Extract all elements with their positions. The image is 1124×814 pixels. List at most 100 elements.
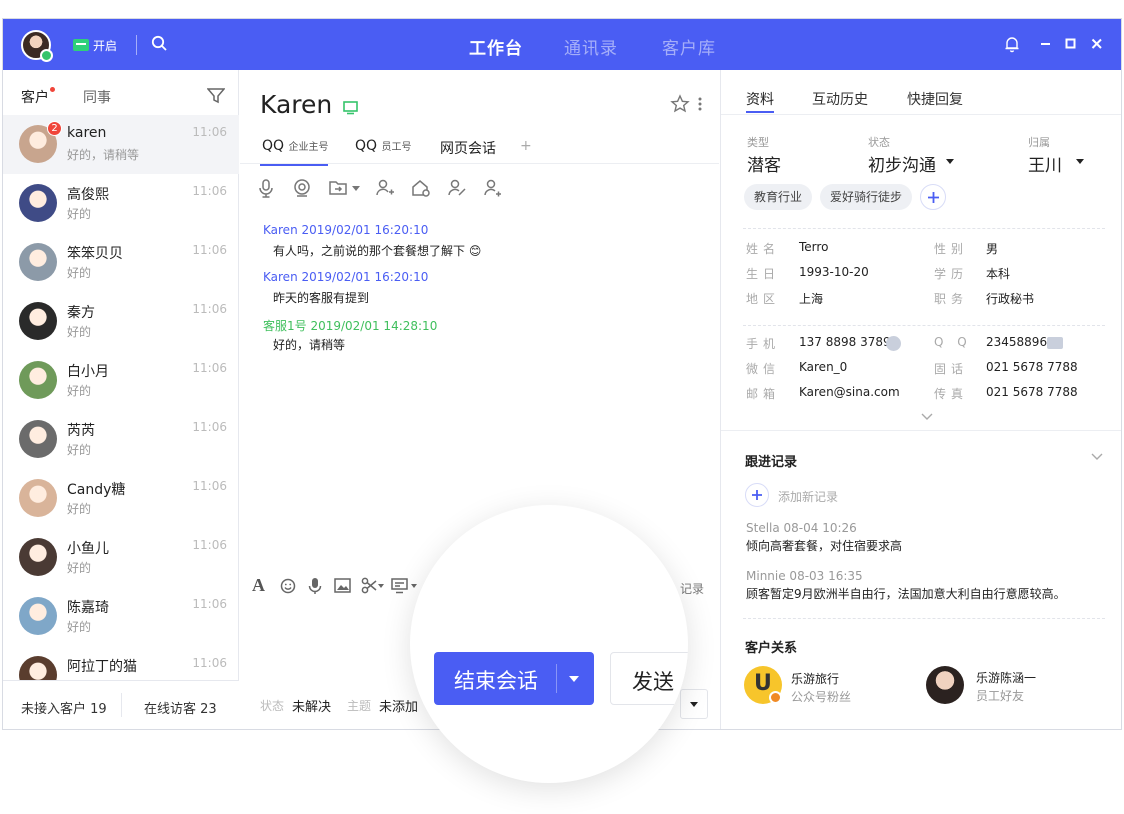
message-body: 好的，请稍等: [273, 338, 346, 352]
field-value[interactable]: 23458896: [986, 335, 1047, 349]
chevron-down-icon[interactable]: [378, 584, 384, 588]
chevron-down-icon[interactable]: [411, 584, 417, 588]
image-icon[interactable]: [334, 578, 351, 593]
customer-tag[interactable]: 教育行业: [744, 184, 813, 210]
conversation-preview: 好的: [67, 384, 92, 398]
conversation-name: 白小月: [67, 364, 109, 380]
avatar: [19, 361, 57, 399]
conversation-item[interactable]: 秦方 好的 11:06: [3, 292, 239, 351]
status-toggle[interactable]: 开启: [93, 37, 117, 54]
customer-tag[interactable]: 爱好骑行徒步: [820, 184, 913, 210]
field-value[interactable]: Karen@sina.com: [799, 385, 900, 399]
collapse-chevron-icon[interactable]: [1091, 453, 1103, 460]
field-value[interactable]: 137 8898 3789: [799, 335, 891, 349]
field-value[interactable]: 行政秘书: [986, 290, 1034, 307]
emoji-icon[interactable]: [280, 578, 296, 594]
owner-select[interactable]: 王川: [1028, 151, 1062, 176]
id-card-icon[interactable]: [1047, 337, 1063, 349]
conversation-item[interactable]: 阿拉丁的猫 11:06: [3, 646, 239, 680]
home-user-icon[interactable]: [411, 178, 431, 198]
tab-qq-enterprise[interactable]: QQ 企业主号: [262, 138, 329, 154]
conversation-item[interactable]: Candy糖 好的 11:06: [3, 469, 239, 528]
conversation-item[interactable]: 2 karen 好的，请稍等 11:06: [3, 115, 239, 174]
user-plus-icon[interactable]: [483, 178, 503, 198]
end-session-button[interactable]: 结束会话: [434, 652, 594, 705]
nav-customer-library[interactable]: 客户库: [662, 34, 716, 59]
search-icon[interactable]: [151, 35, 167, 51]
tab-profile[interactable]: 资料: [746, 89, 774, 109]
conversation-item[interactable]: 小鱼儿 好的 11:06: [3, 528, 239, 587]
status-value[interactable]: 未解决: [292, 696, 331, 715]
type-value[interactable]: 潜客: [747, 151, 781, 176]
voice-call-icon[interactable]: [256, 178, 276, 198]
add-tag-button[interactable]: [920, 184, 946, 210]
chevron-down-icon[interactable]: [1076, 159, 1084, 164]
camera-icon[interactable]: [292, 178, 312, 198]
star-icon[interactable]: [670, 94, 690, 114]
send-button[interactable]: 发送: [610, 652, 688, 705]
add-record-button[interactable]: [745, 483, 769, 507]
avatar: [19, 420, 57, 458]
field-label: 邮箱: [746, 387, 781, 401]
bell-icon[interactable]: [1003, 35, 1021, 53]
maximize-icon[interactable]: [1062, 35, 1080, 53]
online-visitors[interactable]: 在线访客 23: [144, 698, 217, 717]
relation-name[interactable]: 乐游旅行: [791, 670, 839, 687]
add-tab-button[interactable]: +: [520, 138, 532, 154]
field-value[interactable]: 021 5678 7788: [986, 385, 1078, 399]
field-value[interactable]: Terro: [799, 240, 828, 254]
scissors-icon[interactable]: [361, 577, 377, 594]
nav-workbench[interactable]: 工作台: [469, 34, 523, 59]
message-header: 客服1号 2019/02/01 14:28:10: [263, 319, 438, 333]
conversation-item[interactable]: 白小月 好的 11:06: [3, 351, 239, 410]
status-label: 状态: [868, 136, 890, 149]
conversation-item[interactable]: 芮芮 好的 11:06: [3, 410, 239, 469]
phone-call-icon[interactable]: [886, 336, 901, 351]
close-icon[interactable]: [1088, 35, 1106, 53]
minimize-icon[interactable]: [1037, 35, 1055, 53]
topic-value[interactable]: 未添加: [379, 696, 418, 715]
conversation-item[interactable]: 陈嘉琦 好的 11:06: [3, 587, 239, 646]
type-label: 类型: [747, 136, 769, 149]
send-label: 发送: [632, 670, 674, 694]
pending-customers[interactable]: 未接入客户 19: [21, 698, 107, 717]
relation-name[interactable]: 乐游陈涵一: [976, 669, 1036, 686]
chevron-down-icon[interactable]: [569, 676, 579, 682]
font-icon[interactable]: A: [252, 575, 265, 596]
field-value[interactable]: 021 5678 7788: [986, 360, 1078, 374]
add-user-icon[interactable]: [375, 178, 395, 198]
tab-customers[interactable]: 客户: [21, 87, 49, 107]
field-value[interactable]: 1993-10-20: [799, 265, 869, 279]
avatar: [19, 656, 57, 680]
conversation-time: 11:06: [192, 597, 227, 611]
nav-contacts[interactable]: 通讯录: [564, 34, 618, 59]
message-list: Karen 2019/02/01 16:20:10 有人吗，之前说的那个套餐想了解…: [240, 220, 719, 400]
field-value[interactable]: Karen_0: [799, 360, 847, 374]
tab-interaction-history[interactable]: 互动历史: [812, 89, 868, 109]
chevron-down-icon[interactable]: [946, 159, 954, 164]
filter-icon[interactable]: [207, 88, 225, 104]
conversation-time: 11:06: [192, 420, 227, 434]
chevron-down-icon[interactable]: [352, 186, 360, 191]
screen-icon[interactable]: [391, 578, 408, 594]
conversation-item[interactable]: 笨笨贝贝 好的 11:06: [3, 233, 239, 292]
history-link[interactable]: 记录: [680, 580, 704, 597]
expand-chevron-icon[interactable]: [921, 413, 933, 420]
more-icon[interactable]: [697, 96, 703, 112]
user-avatar[interactable]: [21, 30, 53, 62]
conversation-list: 2 karen 好的，请稍等 11:06 高俊熙 好的 11:06 笨笨贝贝 好的 11:06 秦方…: [3, 115, 239, 680]
tab-web-chat[interactable]: 网页会话: [440, 138, 496, 158]
tab-quick-reply[interactable]: 快捷回复: [907, 89, 963, 109]
conversation-item[interactable]: 高俊熙 好的 11:06: [3, 174, 239, 233]
edit-user-icon[interactable]: [447, 178, 467, 198]
transfer-icon[interactable]: [328, 178, 348, 198]
field-value[interactable]: 男: [986, 240, 998, 257]
field-value[interactable]: 本科: [986, 265, 1010, 282]
field-label: 学历: [934, 267, 969, 281]
field-value[interactable]: 上海: [799, 290, 823, 307]
add-record-label[interactable]: 添加新记录: [778, 488, 838, 505]
status-select[interactable]: 初步沟通: [868, 151, 936, 176]
tab-qq-staff[interactable]: QQ 员工号: [355, 138, 412, 154]
tab-colleagues[interactable]: 同事: [83, 87, 111, 107]
microphone-icon[interactable]: [308, 577, 322, 595]
